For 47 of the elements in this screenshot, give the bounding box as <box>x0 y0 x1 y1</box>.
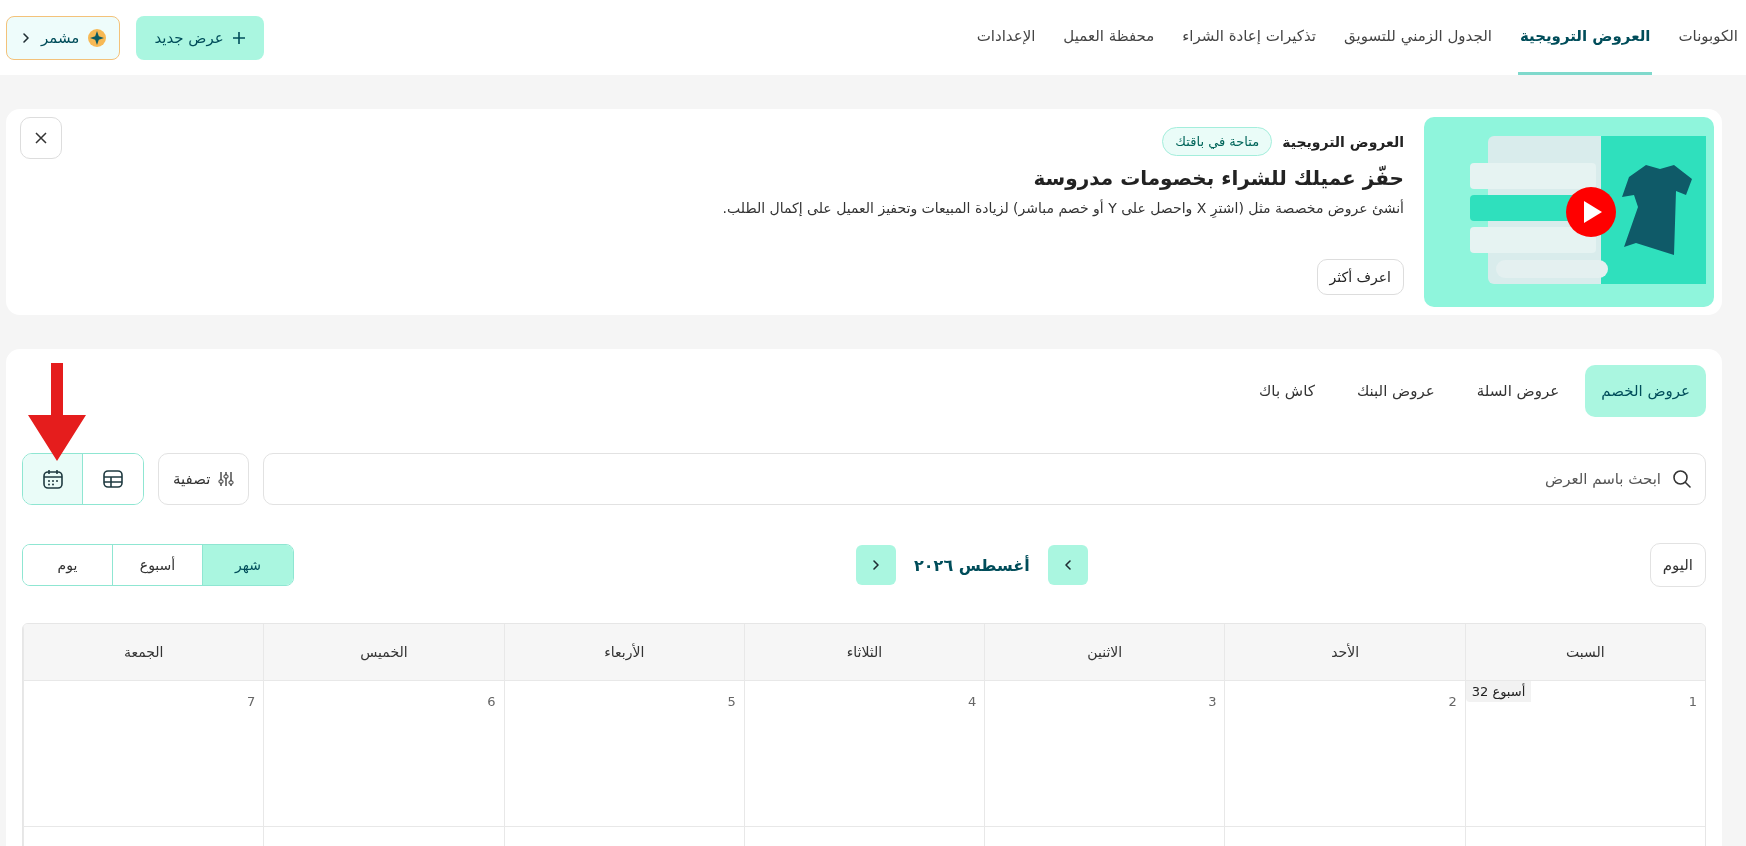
assistant-button[interactable]: مشمر <box>6 15 121 60</box>
learn-more-button[interactable]: اعرف أكثر <box>1316 259 1404 295</box>
nav-tab[interactable]: الإعدادات <box>974 0 1038 75</box>
offer-tab[interactable]: عروض البنك <box>1340 365 1451 417</box>
calendar-view-button[interactable] <box>23 454 83 504</box>
view-mode-tab[interactable]: شهر <box>203 545 293 585</box>
plan-badge: متاحة في باقتك <box>1162 127 1273 156</box>
view-mode-tab[interactable]: يوم <box>23 545 113 585</box>
nav-tab[interactable]: الكوبونات <box>1676 0 1740 75</box>
table-icon <box>102 468 124 490</box>
sliders-icon <box>218 471 235 487</box>
banner-kicker: العروض الترويجية <box>1282 133 1404 150</box>
close-icon <box>34 131 48 145</box>
banner-title: حفّز عميلك للشراء بخصومات مدروسة <box>1032 166 1404 190</box>
day-number[interactable]: 1 <box>1688 694 1697 709</box>
offer-tab[interactable]: عروض الخصم <box>1585 365 1706 417</box>
nav-tab[interactable]: تذكيرات إعادة الشراء <box>1180 0 1318 75</box>
day-number[interactable]: 6 <box>487 694 496 709</box>
day-number[interactable]: 7 <box>247 694 256 709</box>
weekday-header: الأحد <box>1224 624 1465 681</box>
week-label: أسبوع 32 <box>1465 681 1532 702</box>
filter-button[interactable]: تصفية <box>158 453 250 505</box>
weekday-header: الخميس <box>263 624 504 681</box>
weekday-header: الاثنين <box>984 624 1225 681</box>
nav-tab[interactable]: محفظة العميل <box>1061 0 1157 75</box>
offer-tab[interactable]: كاش باك <box>1243 365 1331 417</box>
sparkle-icon <box>87 27 108 48</box>
day-number[interactable]: 5 <box>727 694 736 709</box>
nav-tab[interactable]: الجدول الزمني للتسويق <box>1342 0 1494 75</box>
close-button[interactable] <box>20 117 62 159</box>
day-number[interactable]: 2 <box>1448 694 1457 709</box>
banner-description: أنشئ عروض مخصصة مثل (اشترِ X واحصل على Y أو خصم مباشر) لزيادة المبيعات وتحفيز العميل على إكمال الطلب. <box>721 200 1404 216</box>
search-icon <box>1672 469 1692 489</box>
calendar-icon <box>41 468 64 490</box>
new-offer-button[interactable]: عرض جديد <box>136 15 264 60</box>
weekday-header: الأربعاء <box>503 624 744 681</box>
weekday-header: السبت <box>1464 624 1705 681</box>
nav-tab[interactable]: العروض الترويجية <box>1517 0 1653 75</box>
offer-tab[interactable]: عروض السلة <box>1460 365 1576 417</box>
plus-icon <box>231 30 246 45</box>
weekday-header: الجمعة <box>23 624 264 681</box>
today-button[interactable]: اليوم <box>1649 543 1706 587</box>
day-number[interactable]: 4 <box>967 694 977 709</box>
day-number[interactable]: 3 <box>1208 694 1217 709</box>
weekday-header: الثلاثاء <box>743 624 985 681</box>
search-field[interactable]: ابحث باسم العرض <box>263 453 1706 505</box>
month-label: أغسطس ٢٠٢٦ <box>914 555 1030 575</box>
